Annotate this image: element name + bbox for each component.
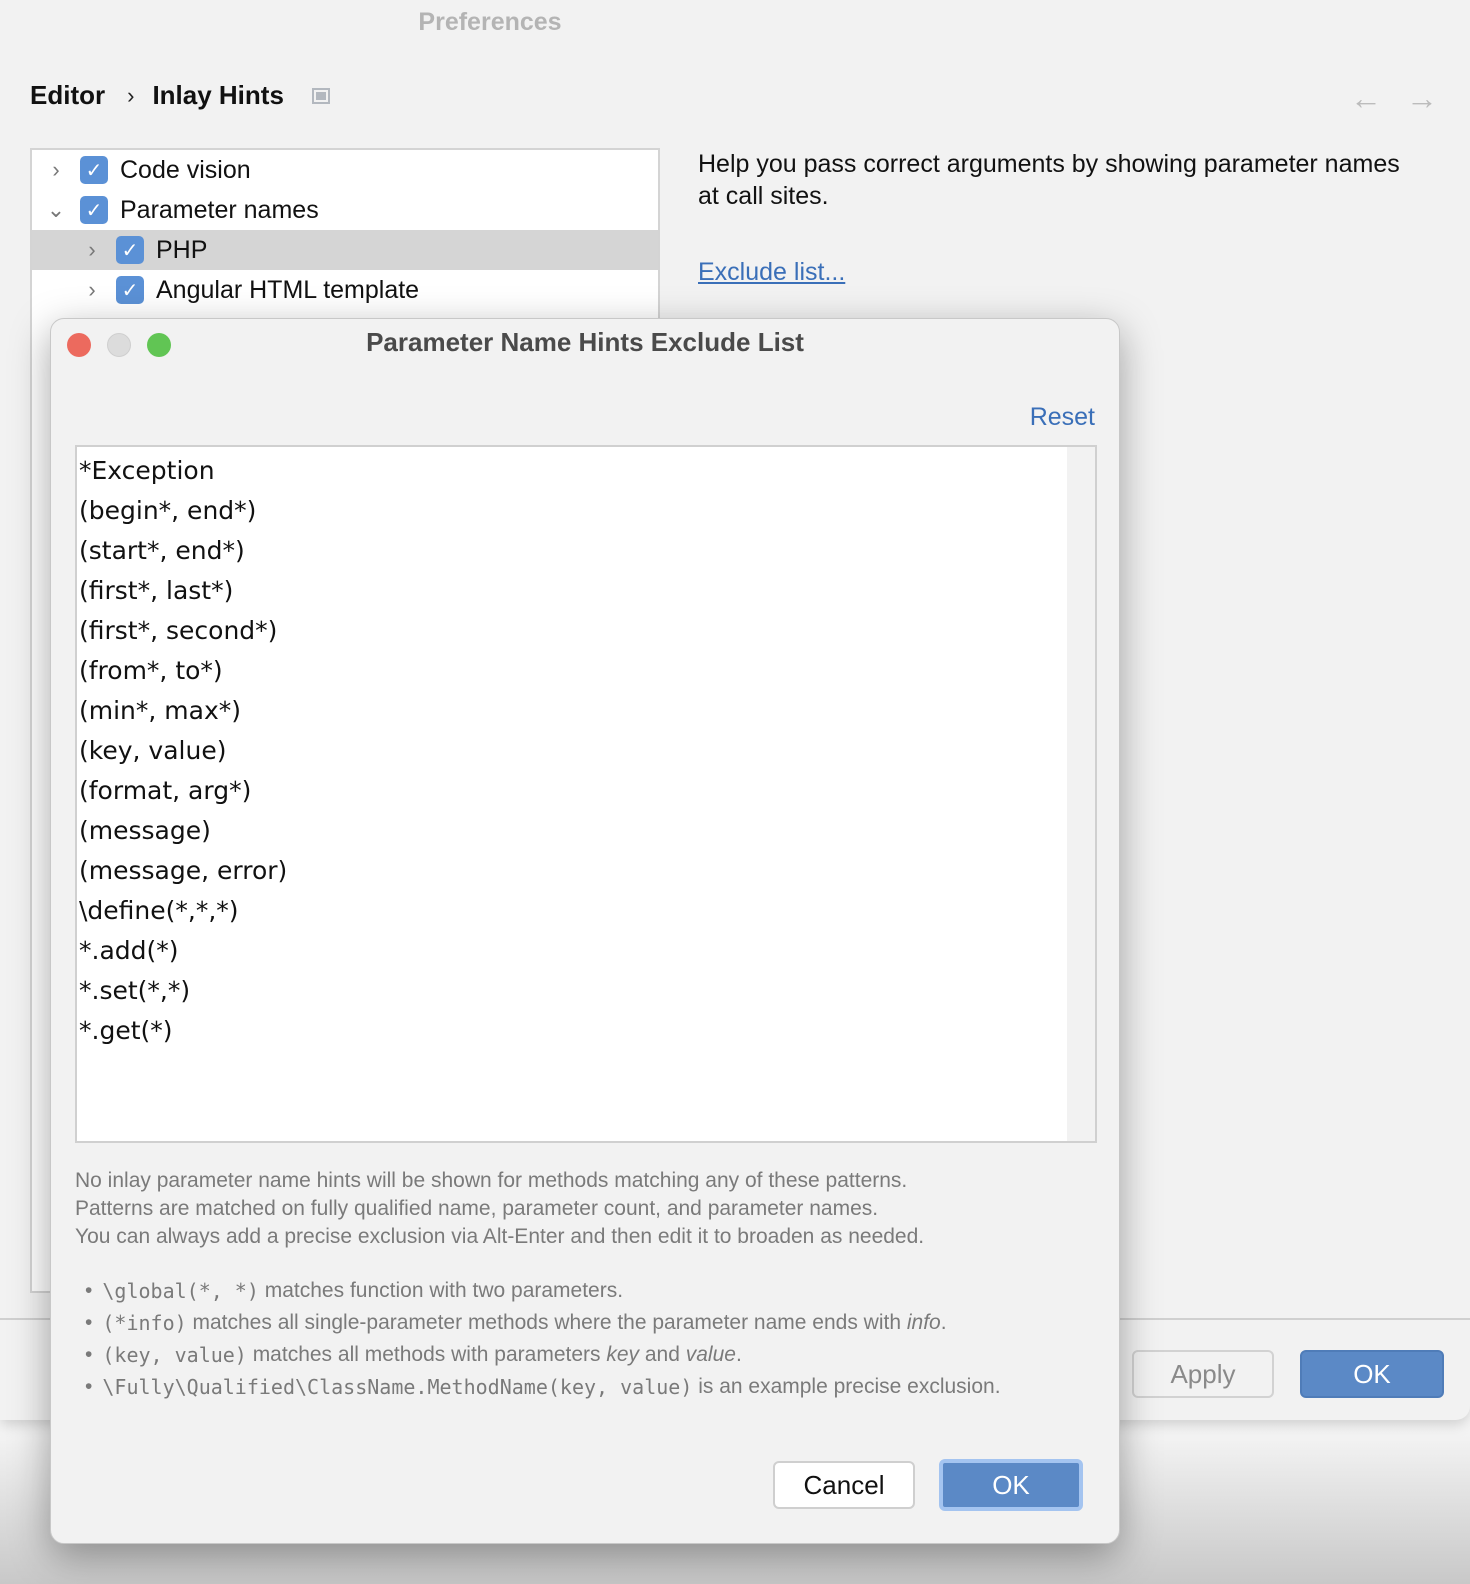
pattern-line: *Exception bbox=[79, 456, 215, 485]
help-line: Patterns are matched on fully qualified … bbox=[75, 1197, 879, 1220]
ok-button[interactable]: OK bbox=[1300, 1350, 1444, 1398]
pattern-line: *.add(*) bbox=[79, 936, 179, 965]
navigation-arrows: ← → bbox=[1350, 80, 1438, 117]
back-arrow-icon[interactable]: ← bbox=[1350, 80, 1382, 117]
tree-item-code-vision[interactable]: › ✓ Code vision bbox=[32, 150, 658, 190]
tree-item-label: Angular HTML template bbox=[156, 275, 420, 304]
pattern-list: *Exception (begin*, end*) (start*, end*)… bbox=[79, 451, 287, 1051]
pattern-line: (start*, end*) bbox=[79, 536, 245, 565]
example-tail: . bbox=[940, 1311, 947, 1334]
pattern-line: *.set(*,*) bbox=[79, 976, 191, 1005]
bullet-icon: • bbox=[85, 1343, 93, 1366]
bullet-icon: • bbox=[85, 1279, 93, 1302]
examples-list: • \global(*, *) matches function with tw… bbox=[85, 1275, 1001, 1403]
example-text: matches all methods with parameters bbox=[246, 1343, 607, 1366]
bullet-icon: • bbox=[85, 1375, 93, 1398]
example-item: • \Fully\Qualified\ClassName.MethodName(… bbox=[85, 1371, 1001, 1403]
example-code: \Fully\Qualified\ClassName.MethodName(ke… bbox=[102, 1375, 693, 1399]
help-line: No inlay parameter name hints will be sh… bbox=[75, 1169, 908, 1192]
bullet-icon: • bbox=[85, 1311, 93, 1334]
example-text: matches all single-parameter methods whe… bbox=[186, 1311, 907, 1334]
pattern-line: (first*, second*) bbox=[79, 616, 278, 645]
apply-button[interactable]: Apply bbox=[1132, 1350, 1274, 1398]
example-emphasis: info bbox=[906, 1311, 941, 1334]
pattern-line: (first*, last*) bbox=[79, 576, 234, 605]
pattern-line: (key, value) bbox=[79, 736, 227, 765]
forward-arrow-icon[interactable]: → bbox=[1406, 80, 1438, 117]
chevron-right-icon[interactable]: › bbox=[82, 277, 102, 303]
chevron-right-icon[interactable]: › bbox=[82, 237, 102, 263]
tree-item-php[interactable]: › ✓ PHP bbox=[32, 230, 658, 270]
exclude-list-link[interactable]: Exclude list... bbox=[698, 258, 845, 287]
dialog-ok-button[interactable]: OK bbox=[939, 1459, 1083, 1511]
hint-description: Help you pass correct arguments by showi… bbox=[698, 150, 1400, 210]
reset-link[interactable]: Reset bbox=[1030, 403, 1095, 432]
chevron-right-icon[interactable]: › bbox=[46, 157, 66, 183]
tree-item-label: PHP bbox=[156, 235, 208, 264]
tree-item-angular-html-template[interactable]: › ✓ Angular HTML template bbox=[32, 270, 658, 310]
example-item: • \global(*, *) matches function with tw… bbox=[85, 1275, 1001, 1307]
example-item: • (key, value) matches all methods with … bbox=[85, 1339, 1001, 1371]
pattern-line: (format, arg*) bbox=[79, 776, 252, 805]
breadcrumb-inlay-hints: Inlay Hints bbox=[152, 80, 284, 110]
example-tail: . bbox=[735, 1343, 742, 1366]
example-code: \global(*, *) bbox=[102, 1279, 259, 1303]
tree-item-label: Parameter names bbox=[120, 195, 319, 224]
tree-item-label: Code vision bbox=[120, 155, 251, 184]
pattern-line: (begin*, end*) bbox=[79, 496, 257, 525]
pattern-line: (message) bbox=[79, 816, 211, 845]
example-text: is an example precise exclusion. bbox=[692, 1375, 1001, 1398]
example-text: matches function with two parameters. bbox=[258, 1279, 624, 1302]
breadcrumb: Editor › Inlay Hints bbox=[30, 80, 330, 111]
pattern-line: (message, error) bbox=[79, 856, 288, 885]
example-code: (key, value) bbox=[102, 1343, 247, 1367]
chevron-down-icon[interactable]: ⌄ bbox=[46, 197, 66, 223]
example-emphasis: key bbox=[606, 1343, 640, 1366]
pattern-line: *.get(*) bbox=[79, 1016, 173, 1045]
scrollbar-track[interactable] bbox=[1067, 447, 1095, 1141]
pattern-line: \define(*,*,*) bbox=[79, 896, 239, 925]
tree-item-parameter-names[interactable]: ⌄ ✓ Parameter names bbox=[32, 190, 658, 230]
help-line: You can always add a precise exclusion v… bbox=[75, 1225, 925, 1248]
checkbox-code-vision[interactable]: ✓ bbox=[80, 156, 108, 184]
window-title: Preferences bbox=[418, 8, 562, 36]
exclude-patterns-textarea[interactable]: *Exception (begin*, end*) (start*, end*)… bbox=[75, 445, 1097, 1143]
example-emphasis: value bbox=[685, 1343, 736, 1366]
checkbox-angular-html-template[interactable]: ✓ bbox=[116, 276, 144, 304]
example-item: • (*info) matches all single-parameter m… bbox=[85, 1307, 1001, 1339]
cancel-button[interactable]: Cancel bbox=[773, 1461, 915, 1509]
breadcrumb-separator-icon: › bbox=[127, 82, 135, 108]
checkbox-php[interactable]: ✓ bbox=[116, 236, 144, 264]
pattern-line: (from*, to*) bbox=[79, 656, 223, 685]
example-code: (*info) bbox=[102, 1311, 187, 1335]
help-text: No inlay parameter name hints will be sh… bbox=[75, 1167, 924, 1251]
breadcrumb-editor[interactable]: Editor bbox=[30, 80, 105, 111]
exclude-list-dialog: Parameter Name Hints Exclude List Reset … bbox=[50, 318, 1120, 1544]
checkbox-parameter-names[interactable]: ✓ bbox=[80, 196, 108, 224]
example-mid: and bbox=[639, 1343, 686, 1366]
pattern-line: (min*, max*) bbox=[79, 696, 242, 725]
dialog-title: Parameter Name Hints Exclude List bbox=[366, 327, 804, 357]
project-scope-icon bbox=[311, 87, 330, 104]
